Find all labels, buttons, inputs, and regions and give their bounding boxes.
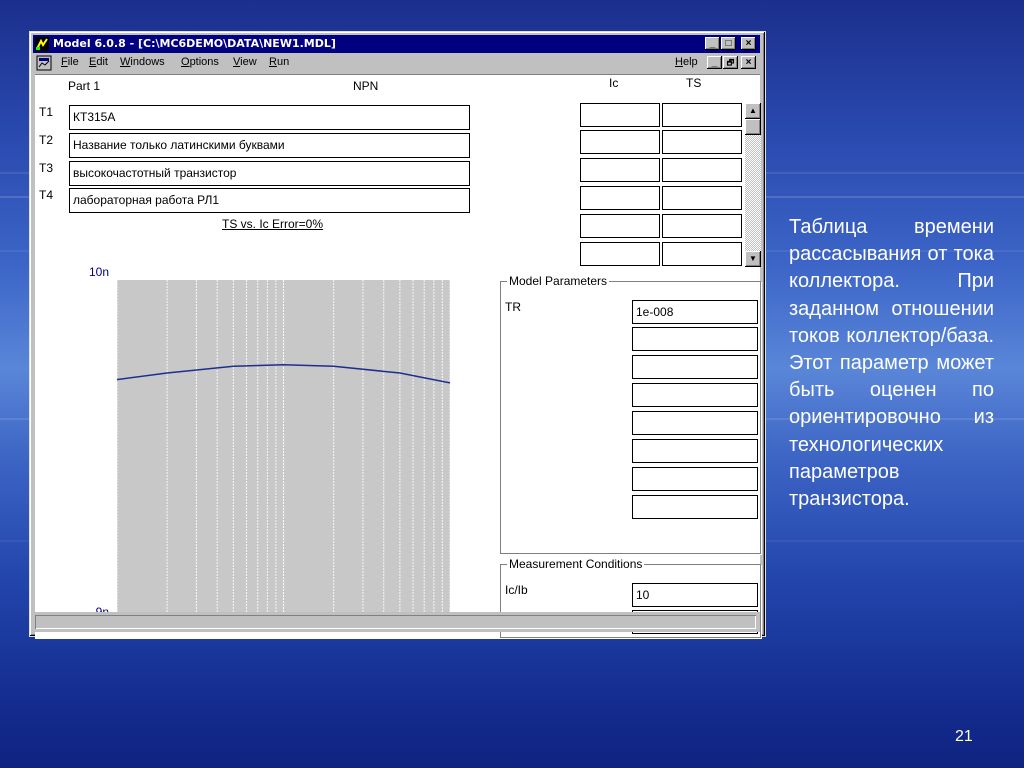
mdi-minimize-button[interactable]: _ [707, 56, 722, 69]
menu-run[interactable]: Run [269, 56, 289, 68]
tr-value-field[interactable]: 1e-008 [632, 300, 758, 324]
ic-cell[interactable] [580, 242, 660, 266]
ic-ib-label: Ic/Ib [505, 583, 528, 597]
menu-bar: File Edit Windows Options View Run Help … [33, 54, 760, 72]
close-button[interactable]: × [741, 37, 756, 50]
measurement-conditions-title: Measurement Conditions [507, 557, 645, 571]
part-type: NPN [353, 79, 379, 93]
y-tick-label: 10n [89, 265, 109, 279]
menu-file[interactable]: File [61, 56, 79, 68]
t4-field[interactable]: лабораторная работа РЛ1 [69, 188, 470, 213]
ic-cell[interactable] [580, 103, 660, 127]
chart-title: TS vs. Ic Error=0% [222, 217, 324, 231]
menu-options[interactable]: Options [181, 56, 219, 68]
mdi-restore-button[interactable]: 🗗 [723, 56, 738, 69]
model-window: Model 6.0.8 - [C:\MC6DEMO\DATA\NEW1.MDL]… [29, 31, 766, 639]
scroll-up-button[interactable]: ▲ [745, 103, 761, 119]
ts-cell[interactable] [662, 158, 742, 182]
document-icon[interactable] [36, 55, 52, 71]
menu-edit[interactable]: Edit [89, 56, 108, 68]
ic-cell[interactable] [580, 130, 660, 154]
window-title: Model 6.0.8 - [C:\MC6DEMO\DATA\NEW1.MDL] [53, 37, 336, 50]
t4-label: T4 [39, 188, 54, 202]
mdi-close-button[interactable]: × [741, 56, 756, 69]
title-bar[interactable]: Model 6.0.8 - [C:\MC6DEMO\DATA\NEW1.MDL]… [33, 35, 760, 53]
ts-cell[interactable] [662, 130, 742, 154]
param-field[interactable] [632, 383, 758, 407]
scroll-thumb[interactable] [745, 119, 761, 135]
t1-field[interactable]: КТ315А [69, 105, 470, 130]
param-field[interactable] [632, 327, 758, 351]
ic-cell[interactable] [580, 186, 660, 210]
t3-label: T3 [39, 161, 54, 175]
model-parameters-group: Model Parameters TR 1e-008 [500, 274, 761, 554]
status-panel [35, 615, 756, 629]
ts-cell[interactable] [662, 242, 742, 266]
menu-windows[interactable]: Windows [120, 56, 165, 68]
maximize-button[interactable]: □ [721, 37, 736, 50]
model-editor: Part 1 NPN Ic TS T1 КТ315А T2 Название т… [35, 74, 761, 639]
slide-description: Таблица времени рассасывания от тока кол… [789, 216, 994, 511]
param-field[interactable] [632, 467, 758, 491]
param-field[interactable] [632, 439, 758, 463]
model-parameters-title: Model Parameters [507, 274, 610, 288]
status-bar [33, 612, 760, 632]
part-label: Part 1 [68, 79, 101, 93]
ts-header: TS [686, 76, 702, 90]
t2-label: T2 [39, 133, 54, 147]
menu-help[interactable]: Help [675, 56, 698, 68]
slide-number: 21 [955, 728, 973, 745]
ts-vs-ic-chart: 1000u10m100m10n9n [89, 265, 465, 633]
t1-label: T1 [39, 105, 54, 119]
app-icon [35, 37, 49, 51]
ic-cell[interactable] [580, 158, 660, 182]
param-field[interactable] [632, 355, 758, 379]
ts-cell[interactable] [662, 214, 742, 238]
ic-header: Ic [609, 76, 619, 90]
scroll-down-button[interactable]: ▼ [745, 251, 761, 267]
minimize-button[interactable]: _ [705, 37, 720, 50]
t3-field[interactable]: высокочастотный транзистор [69, 161, 470, 186]
ts-cell[interactable] [662, 103, 742, 127]
ic-cell[interactable] [580, 214, 660, 238]
param-field[interactable] [632, 411, 758, 435]
param-field[interactable] [632, 495, 758, 519]
ts-cell[interactable] [662, 186, 742, 210]
menu-view[interactable]: View [233, 56, 257, 68]
ic-ib-value-field[interactable]: 10 [632, 583, 758, 607]
tr-label: TR [505, 300, 521, 314]
t2-field[interactable]: Название только латинскими буквами [69, 133, 470, 158]
table-scrollbar[interactable]: ▲ ▼ [745, 103, 761, 267]
